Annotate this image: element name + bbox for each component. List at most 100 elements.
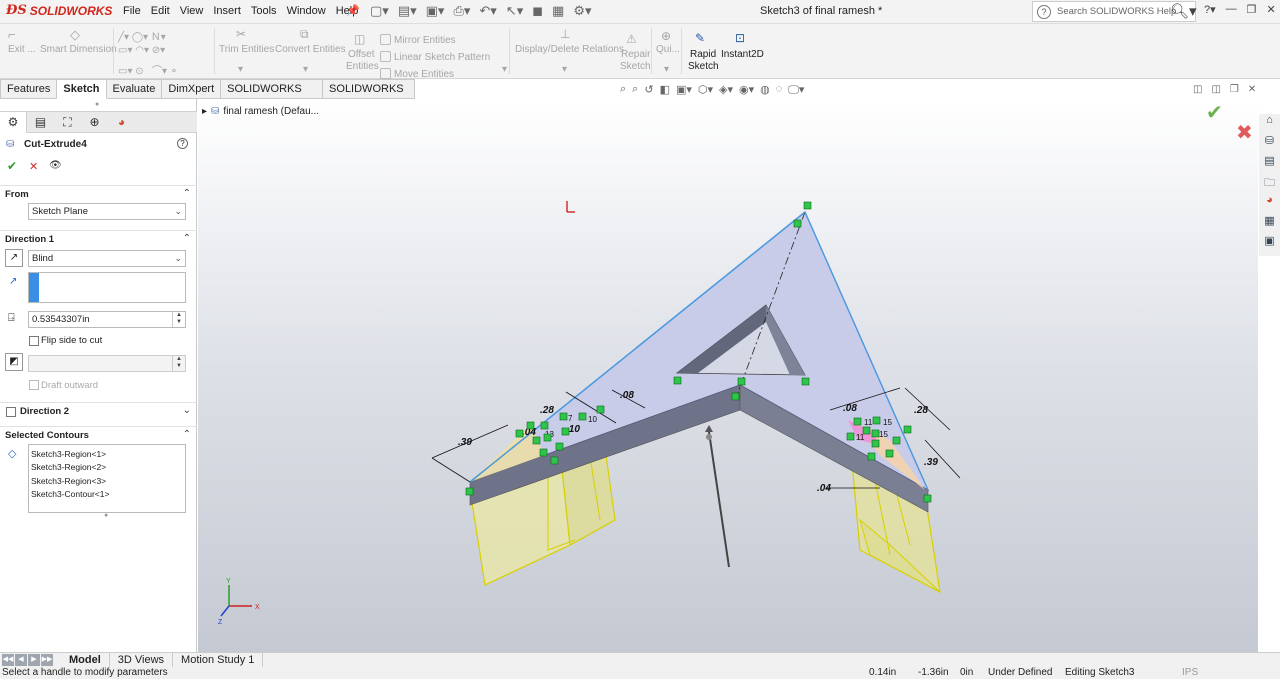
- direction2-checkbox[interactable]: [6, 407, 16, 417]
- repair-sketch-l2[interactable]: Sketch: [620, 61, 651, 72]
- forum-icon[interactable]: ▣: [1259, 234, 1280, 251]
- expand-arrow-icon[interactable]: ▸: [202, 106, 207, 117]
- scene-icon[interactable]: ◌: [776, 83, 783, 97]
- dimension-label[interactable]: .08: [843, 403, 857, 414]
- minimize-icon[interactable]: —: [1226, 3, 1237, 16]
- last-tab-icon[interactable]: ▶▶: [41, 654, 53, 666]
- file-explorer-icon[interactable]: 🗀: [1259, 174, 1280, 191]
- options-icon[interactable]: ⚙▾: [573, 3, 591, 19]
- instant2d-button[interactable]: Instant2D: [721, 49, 764, 60]
- appearances-icon[interactable]: ◕: [1259, 194, 1280, 211]
- tab-3d-views[interactable]: 3D Views: [110, 652, 174, 668]
- first-tab-icon[interactable]: ◀◀: [2, 654, 14, 666]
- status-units[interactable]: IPS: [1182, 667, 1198, 679]
- extrude-direction-arrow[interactable]: [705, 425, 730, 568]
- viewport-close-icon[interactable]: ✕: [1248, 84, 1256, 95]
- display-manager-tab-icon[interactable]: ◕: [108, 112, 135, 133]
- from-select[interactable]: Sketch Plane ⌄: [28, 203, 186, 220]
- mirror-entities-button[interactable]: Mirror Entities: [380, 34, 456, 46]
- list-item[interactable]: Sketch3-Region<1>: [31, 448, 183, 461]
- tree-root-label[interactable]: final ramesh (Defau...: [223, 106, 319, 117]
- trim-dropdown-icon[interactable]: ▾: [238, 64, 243, 75]
- draft-icon[interactable]: ◩: [5, 353, 23, 371]
- rapid-sketch-button-l2[interactable]: Sketch: [688, 61, 719, 72]
- list-item[interactable]: Sketch3-Contour<1>: [31, 488, 183, 501]
- viewport-minimize-icon[interactable]: ◫: [1193, 84, 1202, 95]
- next-tab-icon[interactable]: ▶: [28, 654, 40, 666]
- property-manager-tab-icon[interactable]: ▤: [27, 112, 54, 133]
- quick-snaps-dropdown-icon[interactable]: ▾: [664, 64, 669, 75]
- save-icon[interactable]: ▣▾: [426, 3, 445, 19]
- slot-tool-icon[interactable]: ▭▾ ⊙ ⌒▾ ⚬: [118, 62, 178, 77]
- close-icon[interactable]: ✕: [1267, 3, 1276, 16]
- home-icon[interactable]: ⌂: [1259, 114, 1280, 131]
- linear-pattern-button[interactable]: Linear Sketch Pattern: [380, 51, 490, 63]
- select-icon[interactable]: ↖▾: [506, 3, 523, 19]
- search-icon[interactable]: 🔍︎▾: [1170, 2, 1197, 20]
- trim-entities-button[interactable]: Trim Entities: [219, 44, 274, 55]
- section-view-icon[interactable]: ◧: [660, 83, 670, 97]
- dimension-label[interactable]: .08: [620, 390, 634, 401]
- graphics-area[interactable]: .39 .28 .04 .08 .10 .39 .28 .04 .08 7 10…: [198, 99, 1258, 652]
- pattern-dropdown-icon[interactable]: ▾: [502, 64, 507, 75]
- design-library-icon[interactable]: ▤: [1259, 154, 1280, 171]
- display-delete-relations-button[interactable]: Display/Delete Relations: [515, 44, 624, 55]
- menu-window[interactable]: Window: [282, 5, 331, 17]
- undo-icon[interactable]: ↶▾: [479, 3, 496, 19]
- configuration-manager-tab-icon[interactable]: ⛶: [54, 112, 81, 133]
- direction2-section-header[interactable]: Direction 2 ⌄: [0, 402, 197, 420]
- dimension-label[interactable]: .39: [924, 457, 938, 468]
- tab-features[interactable]: Features: [0, 79, 58, 99]
- menu-view[interactable]: View: [175, 5, 209, 17]
- selected-contours-section-header[interactable]: Selected Contours ⌃: [0, 426, 197, 444]
- tab-sketch[interactable]: Sketch: [57, 79, 107, 99]
- help-dropdown-button[interactable]: ?▾: [1204, 3, 1216, 16]
- cancel-x-icon[interactable]: ✕: [29, 160, 38, 173]
- dimension-label[interactable]: .28: [540, 405, 554, 416]
- ok-check-icon[interactable]: ✔: [7, 159, 17, 173]
- preview-eye-icon[interactable]: 👁: [49, 160, 62, 171]
- list-resize-handle[interactable]: ●: [104, 512, 108, 519]
- prev-tab-icon[interactable]: ◀: [15, 654, 27, 666]
- reverse-direction-icon[interactable]: ↗: [5, 249, 23, 267]
- viewport-restore-icon[interactable]: ❐: [1230, 84, 1239, 95]
- quick-snaps-button[interactable]: Qui...: [656, 44, 680, 55]
- tab-mbd[interactable]: SOLIDWORKS MBD: [323, 79, 415, 113]
- restore-icon[interactable]: ❐: [1247, 3, 1257, 16]
- tab-model[interactable]: Model: [61, 652, 110, 668]
- dimension-label[interactable]: .28: [914, 405, 928, 416]
- smart-dimension-button[interactable]: Smart Dimension: [40, 44, 117, 55]
- draft-angle-input[interactable]: ▲ ▼: [28, 355, 186, 372]
- menu-insert[interactable]: Insert: [208, 5, 246, 17]
- previous-view-icon[interactable]: ↺: [644, 83, 653, 97]
- convert-dropdown-icon[interactable]: ▾: [303, 64, 308, 75]
- offset-entities-button-l2[interactable]: Entities: [346, 61, 379, 72]
- menu-tools[interactable]: Tools: [246, 5, 282, 17]
- dynamic-annotation-icon[interactable]: ▣▾: [676, 83, 692, 97]
- from-section-header[interactable]: From ⌃: [0, 185, 197, 203]
- print-icon[interactable]: ⎙▾: [453, 3, 470, 19]
- hide-show-icon[interactable]: ◉▾: [739, 83, 754, 97]
- help-icon[interactable]: ?: [177, 138, 188, 149]
- file-properties-icon[interactable]: ▦: [552, 3, 564, 19]
- menu-file[interactable]: File: [118, 5, 146, 17]
- tab-dimxpert[interactable]: DimXpert: [162, 79, 222, 99]
- zoom-to-fit-icon[interactable]: ⌕: [620, 83, 626, 97]
- tab-evaluate[interactable]: Evaluate: [106, 79, 163, 99]
- open-icon[interactable]: ▤▾: [398, 3, 417, 19]
- solidworks-logo[interactable]: ƉS SOLIDWORKS: [6, 3, 112, 18]
- direction-vector-input[interactable]: [28, 272, 186, 303]
- offset-entities-button-l1[interactable]: Offset: [348, 49, 375, 60]
- convert-entities-button[interactable]: Convert Entities: [275, 44, 346, 55]
- depth-input[interactable]: 0.53543307in ▲ ▼: [28, 311, 186, 328]
- resources-icon[interactable]: ⛁: [1259, 134, 1280, 151]
- new-icon[interactable]: ▢▾: [370, 3, 389, 19]
- rectangle-tool-icon[interactable]: ▭▾ ◠▾ ⊘▾: [118, 45, 165, 56]
- dimxpert-manager-tab-icon[interactable]: ⊕: [81, 112, 108, 133]
- pin-icon[interactable]: 📌: [346, 4, 360, 17]
- confirm-ok-icon[interactable]: ✔: [1206, 100, 1223, 125]
- custom-properties-icon[interactable]: ▦: [1259, 214, 1280, 231]
- panel-resize-handle[interactable]: ●: [95, 101, 99, 108]
- spinner-icon[interactable]: ▲ ▼: [172, 312, 185, 327]
- tab-motion-study[interactable]: Motion Study 1: [173, 652, 264, 668]
